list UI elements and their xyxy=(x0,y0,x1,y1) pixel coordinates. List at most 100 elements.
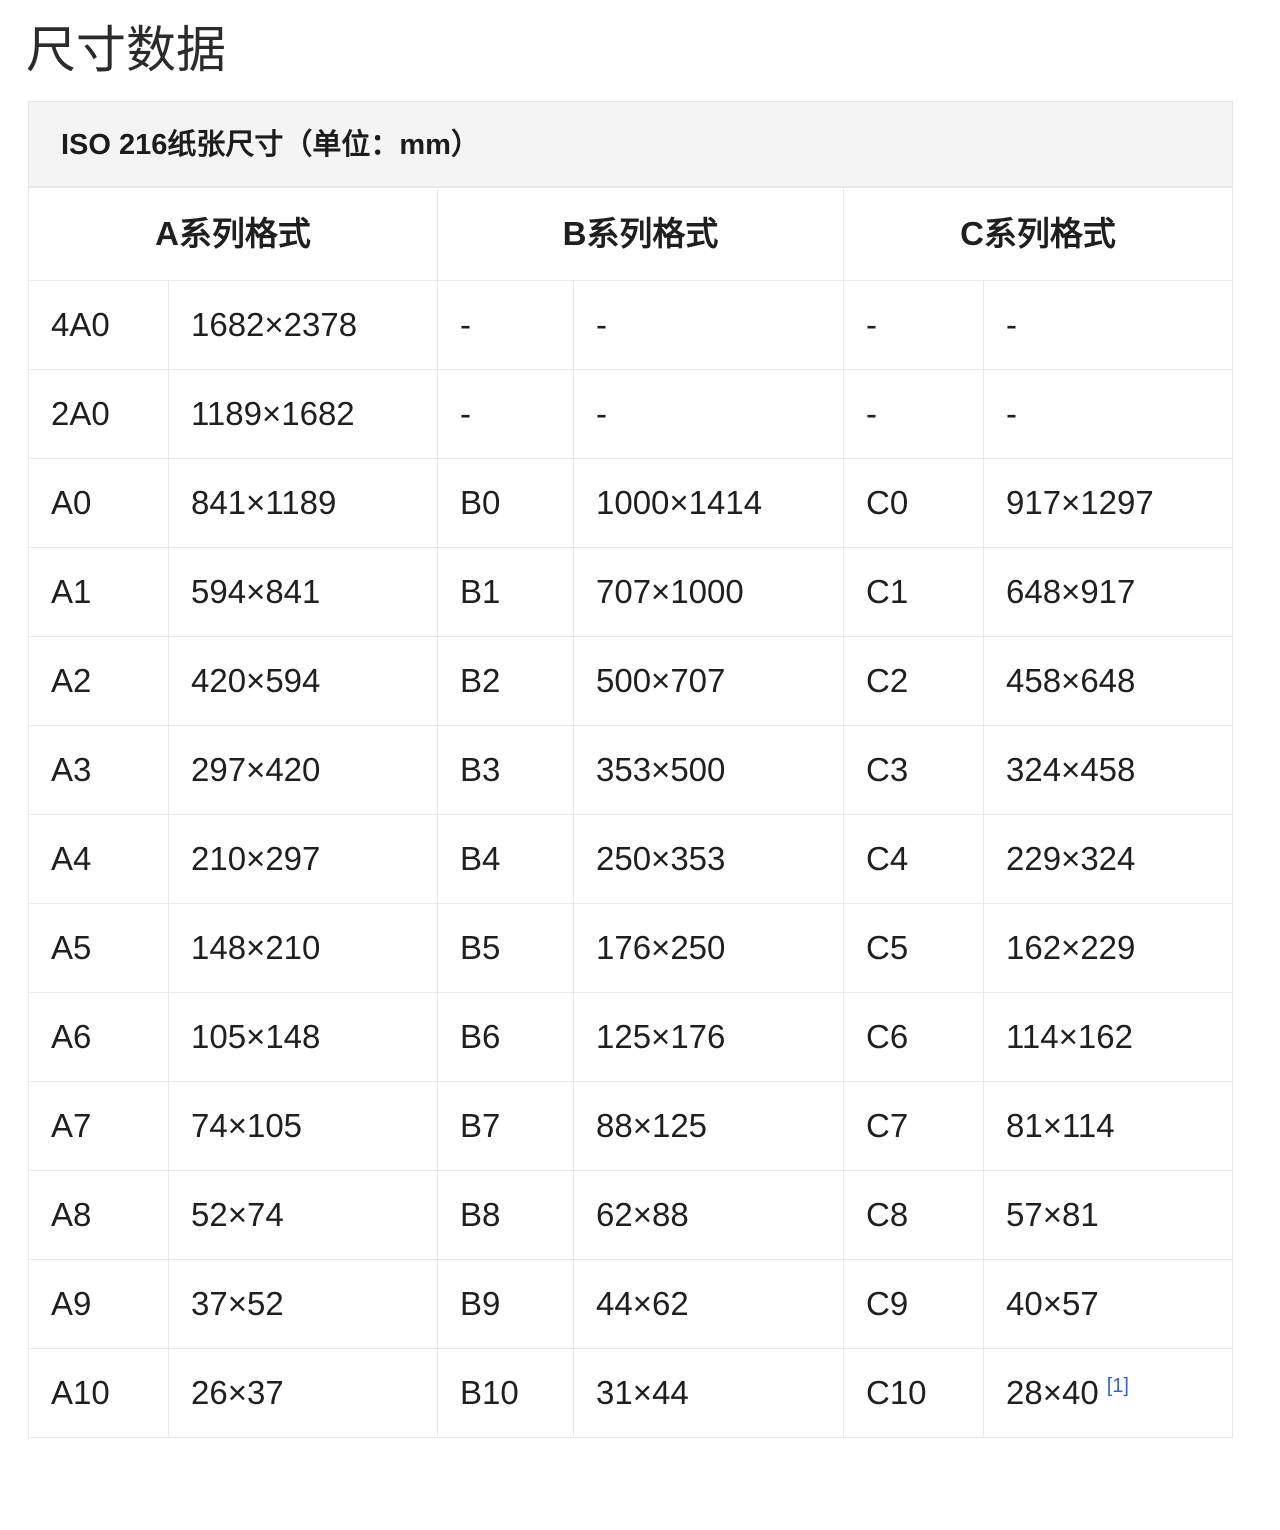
cell-a-format-name: 4A0 xyxy=(28,280,169,370)
cell-a-format-name: A5 xyxy=(28,903,169,993)
cell-b-format-name: - xyxy=(437,280,574,370)
cell-b-format-size: - xyxy=(573,369,844,459)
cell-c-format-size-value: 28×40 xyxy=(1006,1374,1099,1411)
table-head: A系列格式 B系列格式 C系列格式 xyxy=(28,187,1233,281)
cell-c-format-name: C0 xyxy=(843,458,984,548)
cell-b-format-size: 1000×1414 xyxy=(573,458,844,548)
cell-b-format-name: B7 xyxy=(437,1081,574,1171)
table-body: 4A0 1682×2378 - - - - 2A0 1189×1682 - - … xyxy=(28,280,1233,1438)
cell-c-format-name: C3 xyxy=(843,725,984,815)
column-group-header-b-series: B系列格式 xyxy=(437,187,844,281)
cell-c-format-size: 229×324 xyxy=(983,814,1233,904)
cell-a-format-size: 74×105 xyxy=(168,1081,438,1171)
cell-a-format-name: A2 xyxy=(28,636,169,726)
cell-c-format-name: - xyxy=(843,280,984,370)
cell-b-format-name: B5 xyxy=(437,903,574,993)
cell-c-format-size: 162×229 xyxy=(983,903,1233,993)
cell-a-format-name: A7 xyxy=(28,1081,169,1171)
table-caption: ISO 216纸张尺寸（单位：mm） xyxy=(28,101,1233,187)
cell-b-format-name: B4 xyxy=(437,814,574,904)
cell-a-format-size: 37×52 xyxy=(168,1259,438,1349)
cell-c-format-size: 648×917 xyxy=(983,547,1233,637)
cell-b-format-size: 125×176 xyxy=(573,992,844,1082)
cell-a-format-size: 26×37 xyxy=(168,1348,438,1438)
cell-b-format-size: 31×44 xyxy=(573,1348,844,1438)
cell-a-format-size: 841×1189 xyxy=(168,458,438,548)
table-row: A5 148×210 B5 176×250 C5 162×229 xyxy=(28,903,1233,993)
table-row: A1 594×841 B1 707×1000 C1 648×917 xyxy=(28,547,1233,637)
table-row: 4A0 1682×2378 - - - - xyxy=(28,280,1233,370)
cell-c-format-name: C10 xyxy=(843,1348,984,1438)
table-row: A4 210×297 B4 250×353 C4 229×324 xyxy=(28,814,1233,904)
table-row: A8 52×74 B8 62×88 C8 57×81 xyxy=(28,1170,1233,1260)
cell-a-format-size: 105×148 xyxy=(168,992,438,1082)
cell-c-format-name: C9 xyxy=(843,1259,984,1349)
cell-b-format-size: 707×1000 xyxy=(573,547,844,637)
cell-c-format-size: 458×648 xyxy=(983,636,1233,726)
cell-b-format-name: B1 xyxy=(437,547,574,637)
cell-c-format-size: 114×162 xyxy=(983,992,1233,1082)
cell-c-format-name: C5 xyxy=(843,903,984,993)
cell-c-format-name: C4 xyxy=(843,814,984,904)
table-header-row: A系列格式 B系列格式 C系列格式 xyxy=(28,187,1233,281)
cell-c-format-name: - xyxy=(843,369,984,459)
cell-c-format-size: 324×458 xyxy=(983,725,1233,815)
cell-c-format-name: C6 xyxy=(843,992,984,1082)
cell-a-format-name: A3 xyxy=(28,725,169,815)
cell-a-format-name: A8 xyxy=(28,1170,169,1260)
cell-b-format-size: 353×500 xyxy=(573,725,844,815)
cell-c-format-name: C1 xyxy=(843,547,984,637)
table-row: A3 297×420 B3 353×500 C3 324×458 xyxy=(28,725,1233,815)
cell-b-format-name: B9 xyxy=(437,1259,574,1349)
cell-a-format-name: A0 xyxy=(28,458,169,548)
footnote-reference-link[interactable]: [1] xyxy=(1107,1375,1129,1397)
table-row: A6 105×148 B6 125×176 C6 114×162 xyxy=(28,992,1233,1082)
cell-b-format-size: 500×707 xyxy=(573,636,844,726)
cell-b-format-size: 250×353 xyxy=(573,814,844,904)
cell-a-format-name: A4 xyxy=(28,814,169,904)
cell-a-format-name: A6 xyxy=(28,992,169,1082)
cell-c-format-name: C2 xyxy=(843,636,984,726)
cell-a-format-size: 148×210 xyxy=(168,903,438,993)
cell-a-format-size: 594×841 xyxy=(168,547,438,637)
table-row: A2 420×594 B2 500×707 C2 458×648 xyxy=(28,636,1233,726)
column-group-header-a-series: A系列格式 xyxy=(28,187,438,281)
cell-c-format-name: C7 xyxy=(843,1081,984,1171)
cell-b-format-name: B2 xyxy=(437,636,574,726)
cell-b-format-size: 176×250 xyxy=(573,903,844,993)
cell-a-format-name: A10 xyxy=(28,1348,169,1438)
cell-b-format-size: 62×88 xyxy=(573,1170,844,1260)
cell-b-format-name: B6 xyxy=(437,992,574,1082)
table-row: A10 26×37 B10 31×44 C10 28×40 [1] xyxy=(28,1348,1233,1438)
cell-a-format-name: 2A0 xyxy=(28,369,169,459)
cell-a-format-size: 1189×1682 xyxy=(168,369,438,459)
column-group-header-c-series: C系列格式 xyxy=(843,187,1233,281)
page-root: 尺寸数据 ISO 216纸张尺寸（单位：mm） A系列格式 B系列格式 C系列格… xyxy=(0,0,1280,1530)
cell-b-format-name: B3 xyxy=(437,725,574,815)
table-row: A7 74×105 B7 88×125 C7 81×114 xyxy=(28,1081,1233,1171)
cell-c-format-name: C8 xyxy=(843,1170,984,1260)
table-row: 2A0 1189×1682 - - - - xyxy=(28,369,1233,459)
cell-a-format-size: 1682×2378 xyxy=(168,280,438,370)
cell-c-format-size: 40×57 xyxy=(983,1259,1233,1349)
cell-c-format-size: 917×1297 xyxy=(983,458,1233,548)
cell-b-format-size: - xyxy=(573,280,844,370)
cell-a-format-size: 297×420 xyxy=(168,725,438,815)
cell-a-format-name: A9 xyxy=(28,1259,169,1349)
table-row: A0 841×1189 B0 1000×1414 C0 917×1297 xyxy=(28,458,1233,548)
cell-b-format-name: - xyxy=(437,369,574,459)
cell-a-format-name: A1 xyxy=(28,547,169,637)
cell-c-format-size: - xyxy=(983,280,1233,370)
cell-c-format-size: 57×81 xyxy=(983,1170,1233,1260)
page-title: 尺寸数据 xyxy=(26,22,226,78)
cell-a-format-size: 52×74 xyxy=(168,1170,438,1260)
table-row: A9 37×52 B9 44×62 C9 40×57 xyxy=(28,1259,1233,1349)
cell-b-format-name: B8 xyxy=(437,1170,574,1260)
cell-c-format-size: 28×40 [1] xyxy=(983,1348,1233,1438)
iso-216-paper-sizes-table: ISO 216纸张尺寸（单位：mm） A系列格式 B系列格式 C系列格式 4A0 xyxy=(28,101,1233,1438)
cell-c-format-size: 81×114 xyxy=(983,1081,1233,1171)
table-container: ISO 216纸张尺寸（单位：mm） A系列格式 B系列格式 C系列格式 4A0 xyxy=(28,101,1233,1438)
cell-b-format-size: 88×125 xyxy=(573,1081,844,1171)
cell-b-format-size: 44×62 xyxy=(573,1259,844,1349)
cell-c-format-size: - xyxy=(983,369,1233,459)
